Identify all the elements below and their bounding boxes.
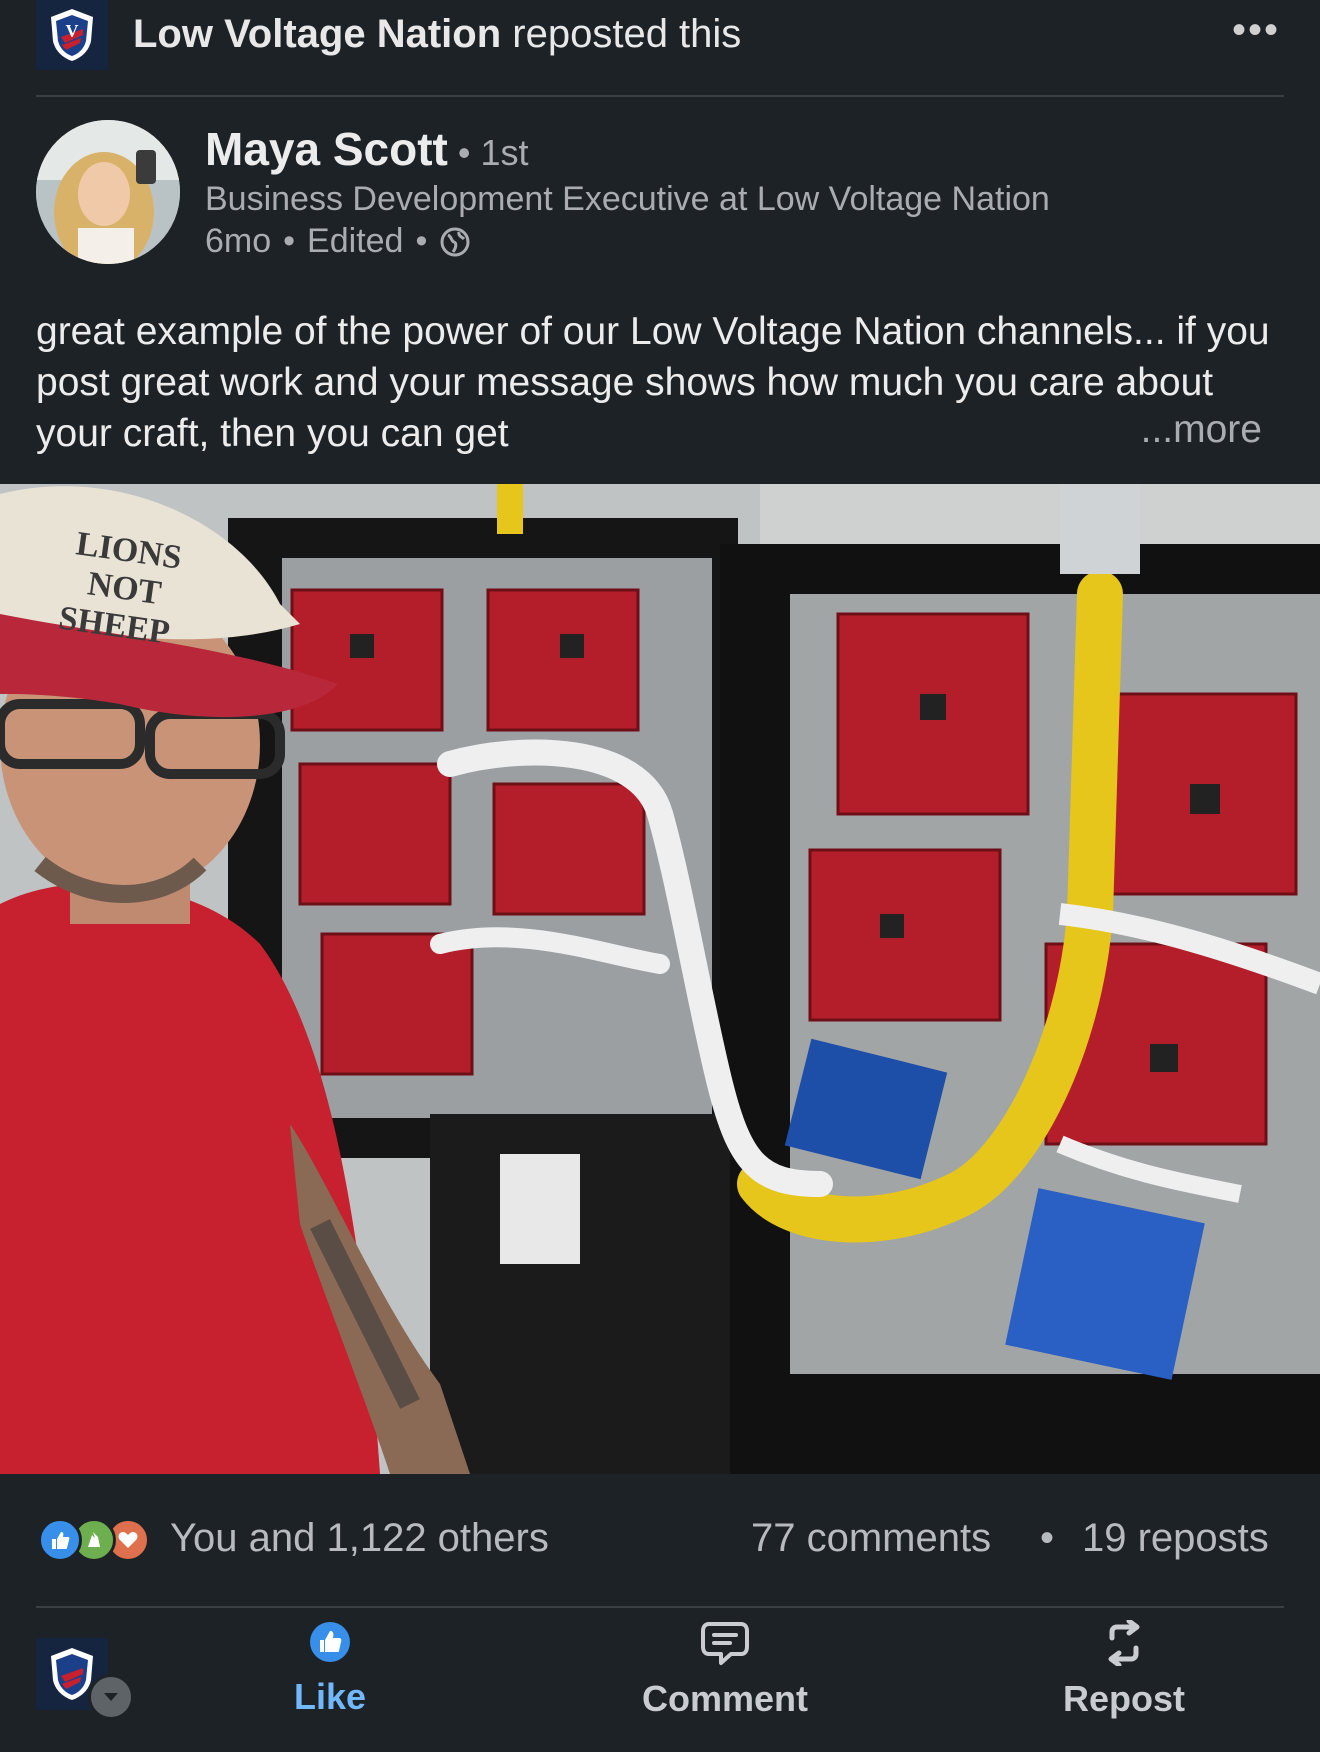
meta-separator: • [415,222,428,260]
repost-caption: Low Voltage Nation reposted this [133,12,741,57]
counts-separator: • [1040,1516,1055,1560]
more-horizontal-icon[interactable]: ••• [1232,8,1280,53]
meta-separator: • [283,222,296,260]
reposts-count[interactable]: 19 reposts [1082,1516,1269,1561]
author-headline: Business Development Executive at Low Vo… [205,180,1050,218]
avatar-photo [36,120,180,264]
comments-count[interactable]: 77 comments [751,1516,991,1561]
post-image[interactable]: LIONSNOTSHEEP [0,484,1320,1474]
repost-header: V Low Voltage Nation reposted this ••• [0,0,1320,96]
org-name-link[interactable]: Low Voltage Nation [133,12,501,56]
like-label: Like [293,1676,367,1717]
comment-label: Comment [641,1678,808,1719]
reaction-icons[interactable] [38,1518,150,1562]
svg-text:V: V [66,21,79,41]
repost-label: Repost [1062,1678,1185,1719]
edited-label: Edited [307,222,404,260]
author-name-text[interactable]: Maya Scott [205,123,448,175]
chevron-down-icon[interactable] [88,1674,134,1720]
connection-degree: • 1st [447,132,529,173]
likes-count[interactable]: You and 1,122 others [170,1516,549,1561]
shield-logo-icon: V [51,9,93,61]
author-avatar[interactable] [36,120,180,264]
repost-button[interactable]: Repost [1004,1620,1244,1740]
post-meta: 6mo • Edited • [205,222,471,261]
see-more-link[interactable]: ...more [1141,408,1262,452]
header-divider [36,95,1284,97]
org-logo[interactable]: V [36,0,108,70]
author-name[interactable]: Maya Scott • 1st [205,122,529,176]
post-time: 6mo [205,222,272,260]
post-photo-illustration: LIONSNOTSHEEP [0,484,1320,1474]
globe-icon [440,227,470,256]
repost-icon [1108,1620,1140,1666]
actions-divider [36,1606,1284,1608]
post-text: great example of the power of our Low Vo… [36,310,1270,455]
comment-icon [701,1622,749,1665]
comment-button[interactable]: Comment [605,1620,845,1740]
like-button[interactable]: Like [210,1620,450,1740]
like-reaction-icon [38,1518,82,1562]
like-icon [310,1622,350,1662]
repost-action-text: reposted this [501,12,742,56]
